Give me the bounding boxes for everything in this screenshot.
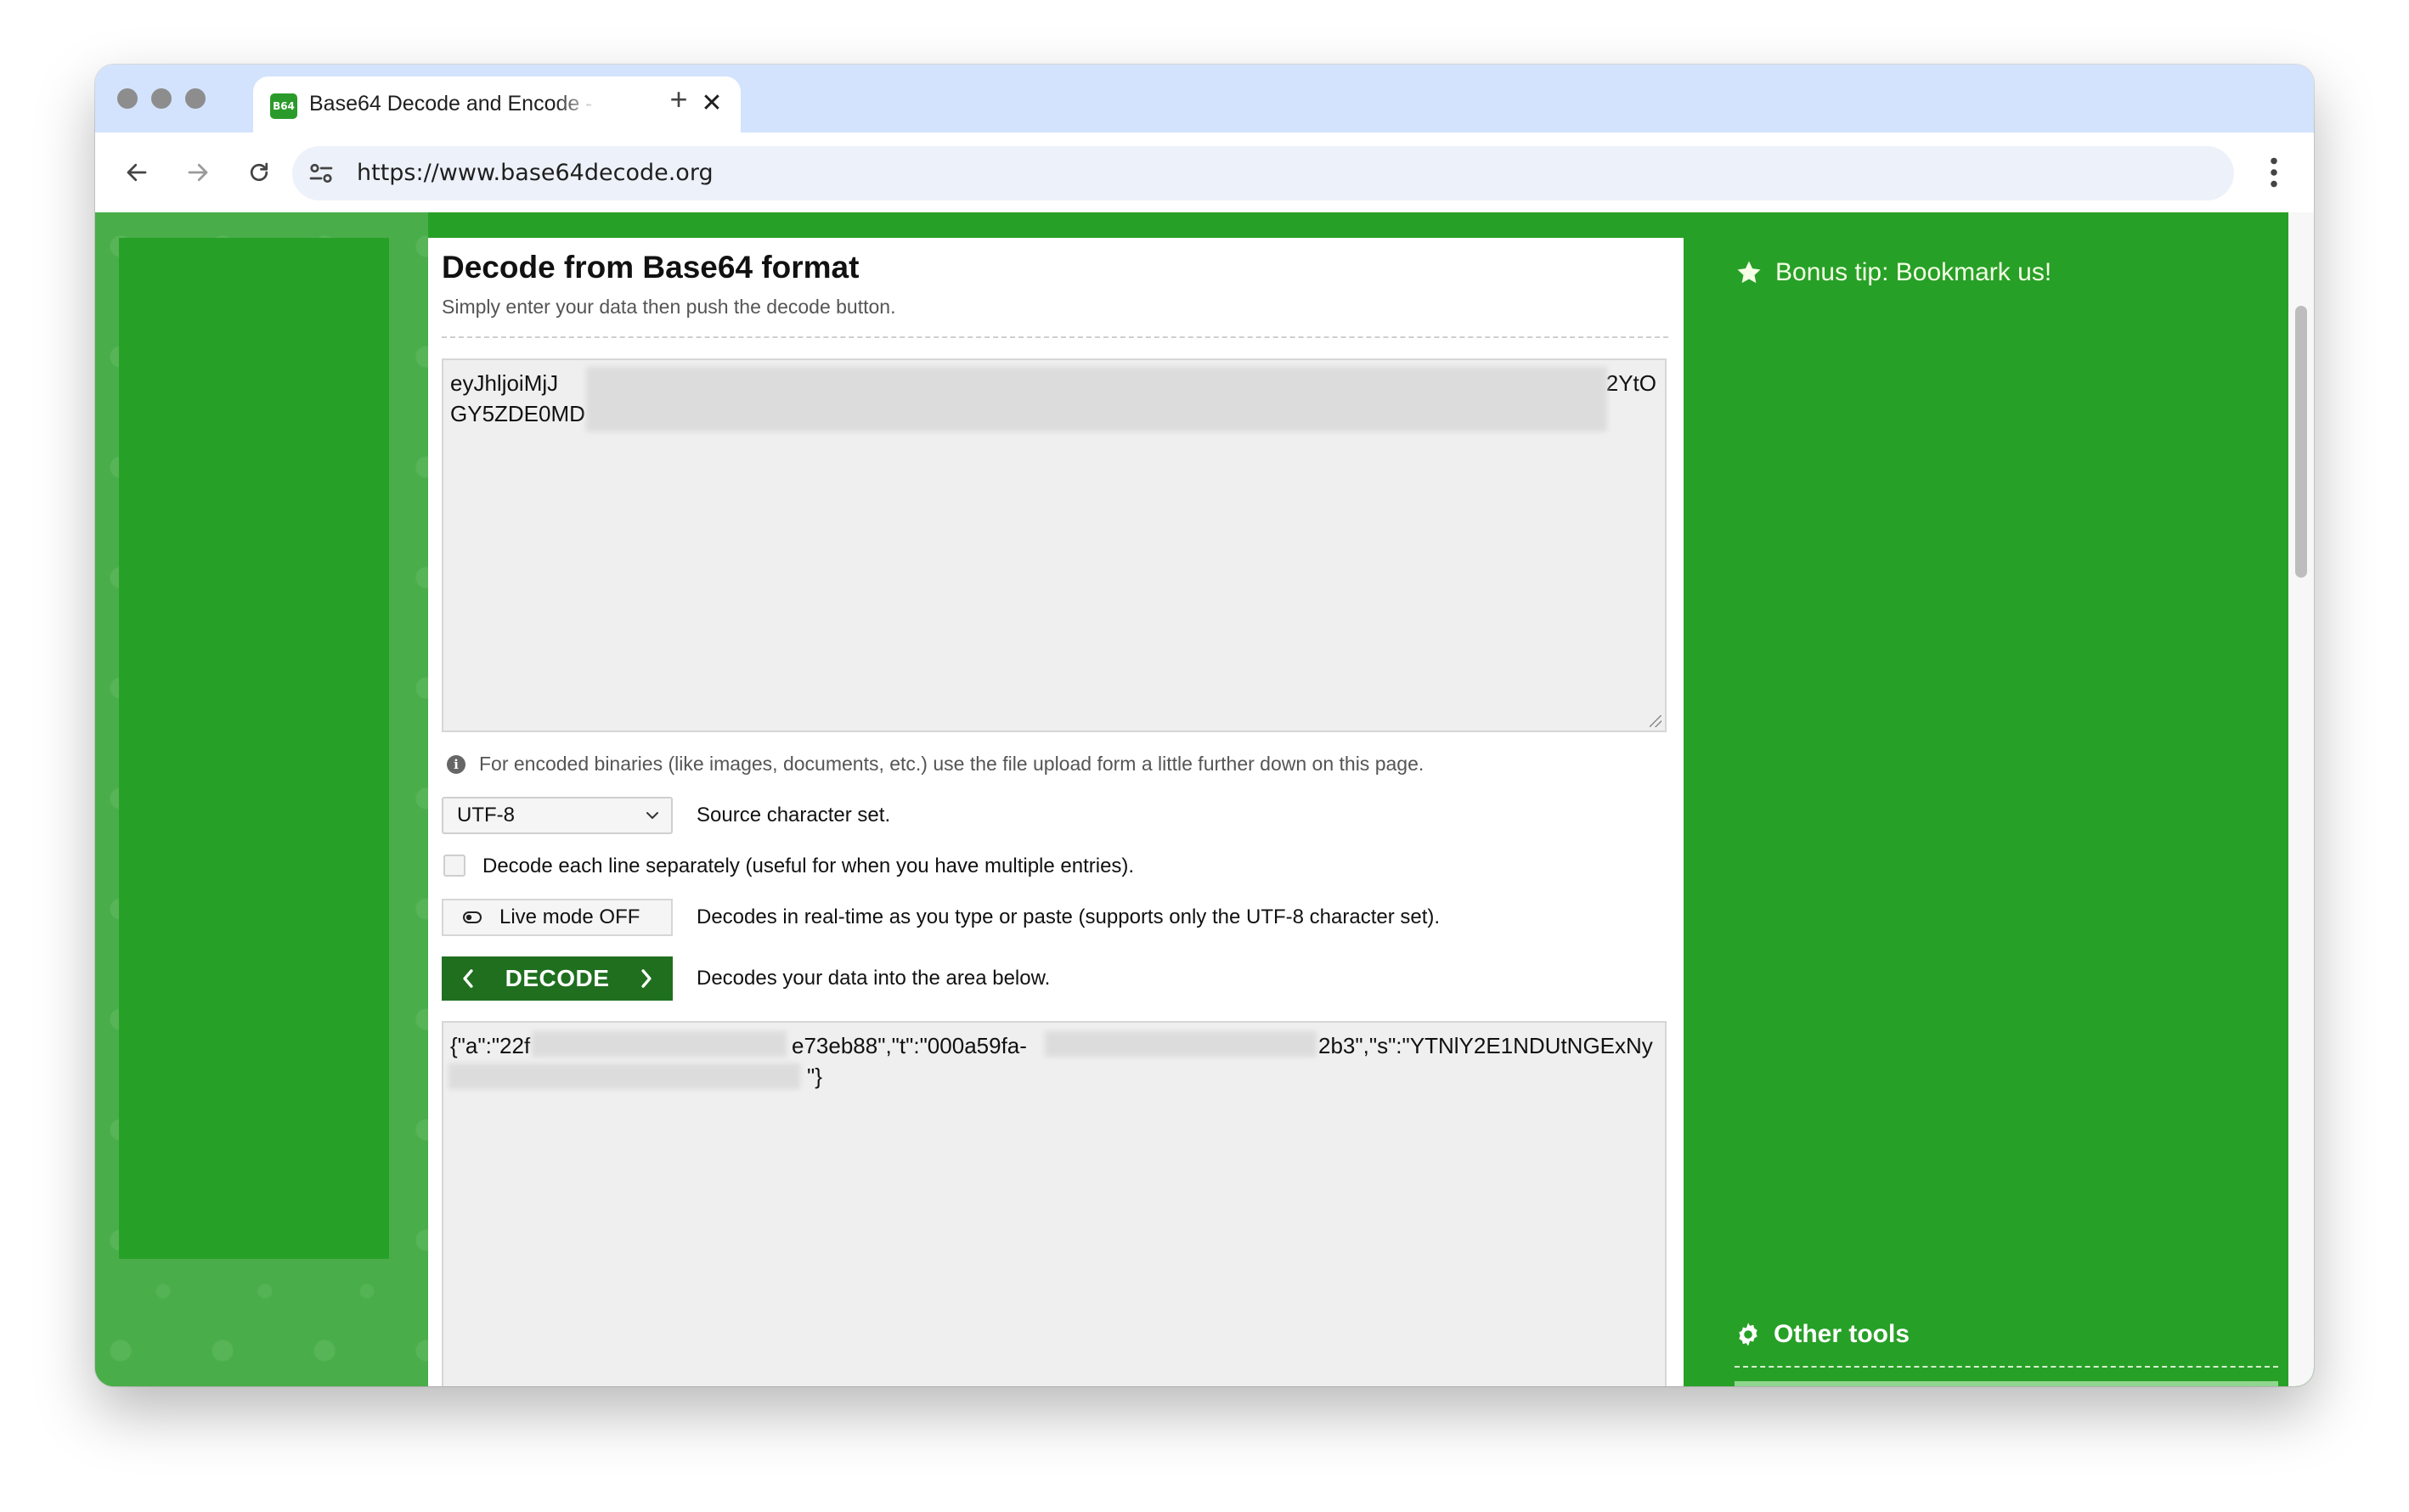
address-bar[interactable]: https://www.base64decode.org <box>292 146 2234 200</box>
left-pattern-panel <box>95 212 428 1386</box>
info-note: i For encoded binaries (like images, doc… <box>447 753 1424 776</box>
output-segment-2: e73eb88","t":"000a59fa- <box>792 1033 1027 1058</box>
charset-select[interactable]: UTF-8 <box>442 797 673 834</box>
url-text: https://www.base64decode.org <box>357 160 714 186</box>
right-sidebar: Bonus tip: Bookmark us! Other tools <box>1707 212 2314 1386</box>
decode-button[interactable]: DECODE <box>442 956 673 1001</box>
arrow-right-icon <box>188 163 208 182</box>
browser-window: B64 Base64 Decode and Encode - Online ✕ … <box>95 65 2314 1386</box>
charset-label: Source character set. <box>697 804 891 827</box>
tab-title: Base64 Decode and Encode - Online <box>309 92 598 116</box>
other-tools-list-top <box>1735 1381 2278 1386</box>
decode-lines-checkbox[interactable] <box>443 855 465 877</box>
divider <box>1735 1366 2278 1368</box>
divider <box>442 336 1668 338</box>
chevron-down-icon <box>646 812 658 819</box>
gear-icon <box>1739 1323 1757 1346</box>
input-textarea[interactable]: eyJhljoiMjJ 2YtO GY5ZDE0MD <box>442 358 1667 732</box>
live-mode-description: Decodes in real-time as you type or past… <box>697 906 1441 928</box>
redacted-input <box>586 367 1607 432</box>
reload-button[interactable] <box>236 150 282 195</box>
more-vert-icon[interactable] <box>2253 151 2295 194</box>
minimize-window-button[interactable] <box>151 88 172 109</box>
input-line2-start: GY5ZDE0MD <box>450 401 585 426</box>
input-line1-end: 2YtO <box>1605 370 1656 396</box>
arrow-left-icon <box>127 163 147 182</box>
forward-button[interactable] <box>175 150 221 195</box>
output-textarea[interactable]: {"a":"22f e73eb88","t":"000a59fa- 2b3","… <box>442 1021 1667 1386</box>
page-content: Decode from Base64 format Simply enter y… <box>95 212 2314 1386</box>
input-line1-start: eyJhljoiMjJ <box>450 370 559 396</box>
info-icon: i <box>447 754 465 774</box>
tab-strip: B64 Base64 Decode and Encode - Online ✕ … <box>95 65 2314 133</box>
close-tab-icon[interactable]: ✕ <box>693 85 731 122</box>
page-scrollbar[interactable] <box>2288 212 2314 1386</box>
bonus-tip-text: Bonus tip: Bookmark us! <box>1775 258 2052 286</box>
browser-toolbar: https://www.base64decode.org <box>95 133 2314 212</box>
zoom-window-button[interactable] <box>185 88 206 109</box>
back-button[interactable] <box>114 150 160 195</box>
redacted-output-1 <box>532 1031 787 1057</box>
star-icon <box>1737 261 1761 284</box>
live-mode-label: Live mode OFF <box>499 906 640 928</box>
page-title: Decode from Base64 format <box>442 250 860 285</box>
other-tools-text: Other tools <box>1774 1320 1910 1348</box>
live-mode-button[interactable]: Live mode OFF <box>442 899 673 936</box>
decode-description: Decodes your data into the area below. <box>697 967 1051 990</box>
bonus-tip: Bonus tip: Bookmark us! <box>1735 258 2051 287</box>
decode-panel: Decode from Base64 format Simply enter y… <box>428 238 1684 1386</box>
favicon-icon: B64 <box>270 93 297 119</box>
close-window-button[interactable] <box>117 88 138 109</box>
page-subtitle: Simply enter your data then push the dec… <box>442 296 896 318</box>
decode-lines-label: Decode each line separately (useful for … <box>482 855 1135 877</box>
redacted-output-2 <box>1045 1031 1317 1057</box>
new-tab-button[interactable]: + <box>659 80 698 119</box>
charset-value: UTF-8 <box>457 804 515 827</box>
decode-label: DECODE <box>505 965 610 991</box>
toggle-off-icon <box>463 911 482 923</box>
chevron-right-icon <box>641 969 652 988</box>
other-tools-heading: Other tools <box>1735 1320 1910 1349</box>
output-segment-3: 2b3","s":"YTNlY2E1NDUtNGExNy <box>1318 1033 1653 1058</box>
site-settings-icon[interactable] <box>306 158 336 189</box>
info-text: For encoded binaries (like images, docum… <box>479 753 1425 775</box>
output-line2-end: "} <box>807 1063 822 1089</box>
output-segment-1: {"a":"22f <box>450 1033 531 1058</box>
redacted-output-3 <box>449 1063 800 1089</box>
left-ad-slot <box>119 238 389 1259</box>
resize-handle[interactable] <box>1650 715 1661 727</box>
reload-icon <box>250 162 268 182</box>
chevron-left-icon <box>463 969 473 988</box>
scrollbar-thumb[interactable] <box>2295 306 2307 578</box>
